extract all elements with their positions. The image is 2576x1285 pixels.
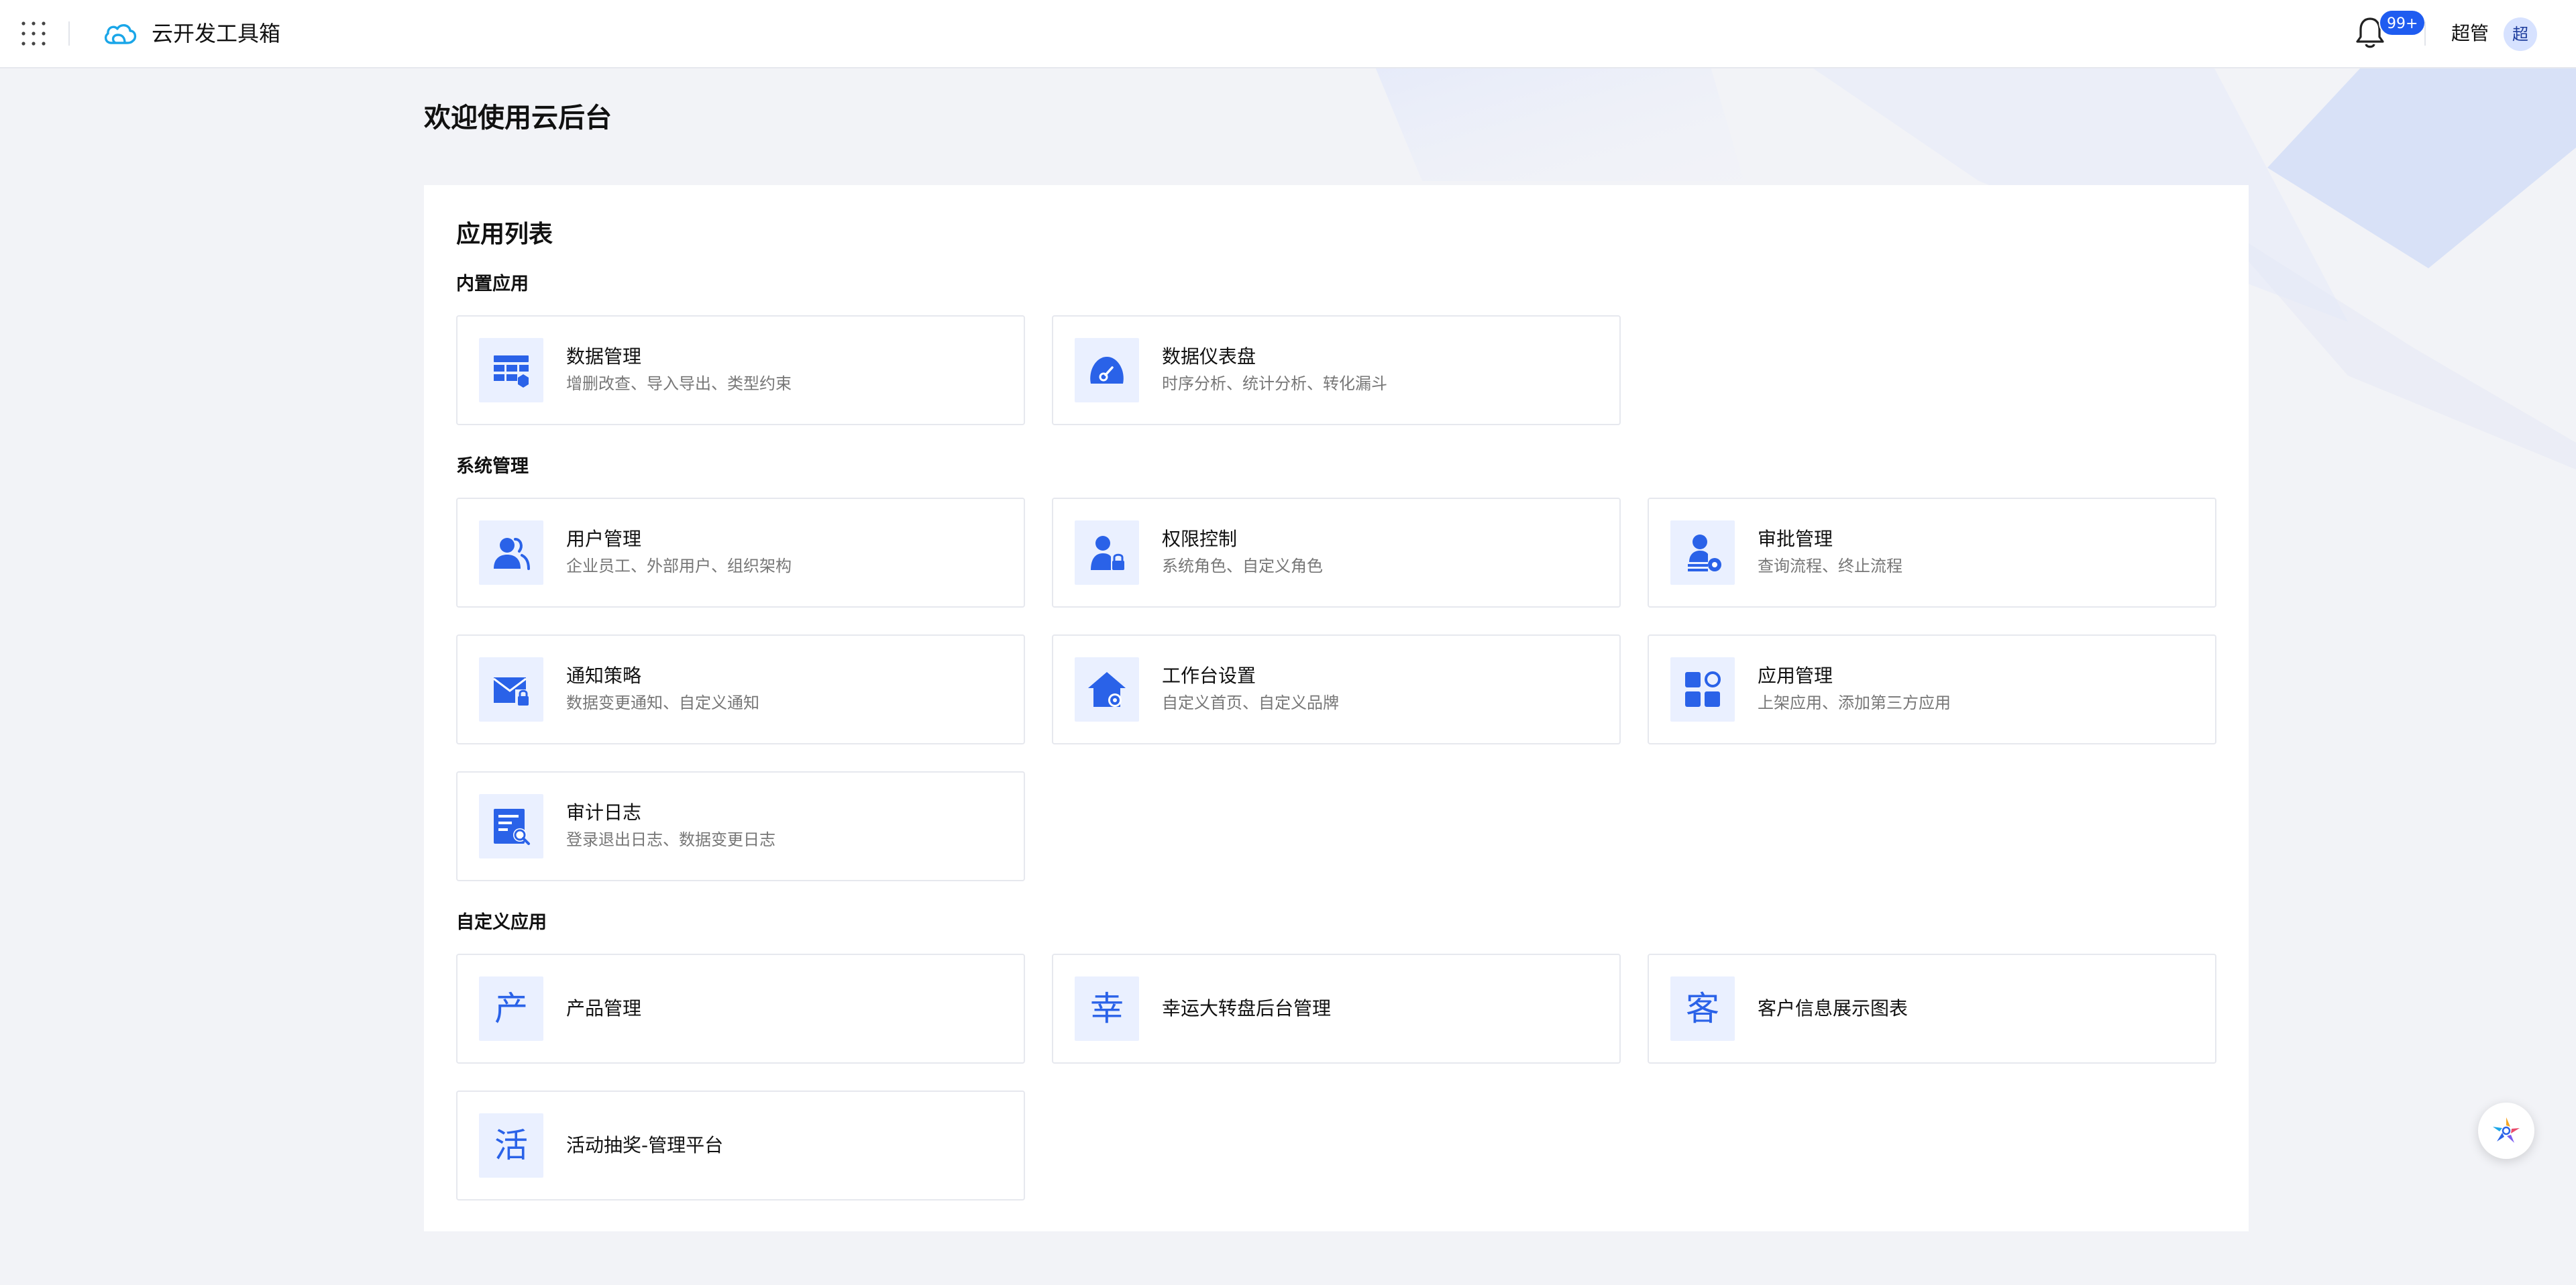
assistant-float-button[interactable] <box>2478 1103 2534 1159</box>
apps-grid-icon <box>1685 671 1721 707</box>
section-title-custom: 自定义应用 <box>456 912 547 933</box>
top-bar: 云开发工具箱 99+ 超管 超 <box>0 0 2576 68</box>
user-name[interactable]: 超管 <box>2451 17 2489 50</box>
app-card-user-management[interactable]: 用户管理 企业员工、外部用户、组织架构 <box>456 498 1025 608</box>
mail-lock-icon <box>493 677 529 706</box>
card-description: 企业员工、外部用户、组织架构 <box>566 557 792 575</box>
app-card-permission-control[interactable]: 权限控制 系统角色、自定义角色 <box>1052 498 1621 608</box>
card-title: 工作台设置 <box>1162 665 1256 687</box>
app-initial-icon: 产 <box>479 976 543 1041</box>
card-title: 数据仪表盘 <box>1162 345 1256 368</box>
app-card-lottery-admin[interactable]: 活 活动抽奖-管理平台 <box>456 1091 1025 1200</box>
avatar[interactable]: 超 <box>2504 17 2537 51</box>
table-icon <box>494 355 529 388</box>
app-card-workspace-settings[interactable]: 工作台设置 自定义首页、自定义品牌 <box>1052 634 1621 744</box>
app-card-data-management[interactable]: 数据管理 增删改查、导入导出、类型约束 <box>456 315 1025 425</box>
log-search-icon <box>494 809 530 845</box>
card-title: 幸运大转盘后台管理 <box>1162 997 1332 1019</box>
app-initial-icon: 活 <box>479 1113 543 1178</box>
app-grid-icon[interactable] <box>20 20 47 47</box>
card-title: 活动抽奖-管理平台 <box>566 1134 724 1156</box>
card-title: 审计日志 <box>566 801 642 824</box>
app-list-panel: 应用列表 内置应用 数据管理 增删改查、导入导出、类型约束 数据仪表盘 时序分析… <box>424 185 2249 1231</box>
section-title-system: 系统管理 <box>456 456 529 477</box>
app-card-customer-info-chart[interactable]: 客 客户信息展示图表 <box>1648 954 2216 1064</box>
panel-title: 应用列表 <box>456 221 553 248</box>
card-title: 用户管理 <box>566 528 642 550</box>
card-description: 登录退出日志、数据变更日志 <box>566 830 775 849</box>
card-description: 时序分析、统计分析、转化漏斗 <box>1162 374 1387 393</box>
dashboard-gauge-icon <box>1090 357 1124 384</box>
notification-badge: 99+ <box>2379 9 2426 36</box>
app-card-app-management[interactable]: 应用管理 上架应用、添加第三方应用 <box>1648 634 2216 744</box>
card-title: 通知策略 <box>566 665 642 687</box>
card-description: 增删改查、导入导出、类型约束 <box>566 374 792 393</box>
page-title: 欢迎使用云后台 <box>424 103 612 133</box>
app-card-approval-management[interactable]: 审批管理 查询流程、终止流程 <box>1648 498 2216 608</box>
user-lock-icon <box>1091 536 1124 570</box>
app-initial-icon: 客 <box>1670 976 1735 1041</box>
home-gear-icon <box>1088 672 1126 707</box>
app-card-data-dashboard[interactable]: 数据仪表盘 时序分析、统计分析、转化漏斗 <box>1052 315 1621 425</box>
app-card-lucky-wheel-admin[interactable]: 幸 幸运大转盘后台管理 <box>1052 954 1621 1064</box>
card-title: 数据管理 <box>566 345 642 368</box>
card-title: 审批管理 <box>1758 528 1833 550</box>
card-title: 权限控制 <box>1162 528 1238 550</box>
card-description: 系统角色、自定义角色 <box>1162 557 1323 575</box>
card-description: 上架应用、添加第三方应用 <box>1758 693 1951 712</box>
approver-icon <box>1688 535 1721 571</box>
card-description: 数据变更通知、自定义通知 <box>566 693 759 712</box>
card-title: 客户信息展示图表 <box>1758 997 1909 1019</box>
card-title: 产品管理 <box>566 997 642 1019</box>
cloud-logo-icon <box>104 24 137 44</box>
card-description: 自定义首页、自定义品牌 <box>1162 693 1339 712</box>
app-card-notification-policy[interactable]: 通知策略 数据变更通知、自定义通知 <box>456 634 1025 744</box>
assistant-logo-icon <box>2493 1117 2520 1143</box>
card-description: 查询流程、终止流程 <box>1758 557 1902 575</box>
app-initial-icon: 幸 <box>1075 976 1139 1041</box>
users-icon <box>494 538 530 570</box>
app-card-audit-log[interactable]: 审计日志 登录退出日志、数据变更日志 <box>456 771 1025 881</box>
card-title: 应用管理 <box>1758 665 1833 687</box>
app-brand-title[interactable]: 云开发工具箱 <box>152 17 280 50</box>
section-title-builtin: 内置应用 <box>456 274 529 294</box>
header-divider <box>68 21 70 46</box>
app-card-product-management[interactable]: 产 产品管理 <box>456 954 1025 1064</box>
header-divider <box>2424 21 2426 46</box>
